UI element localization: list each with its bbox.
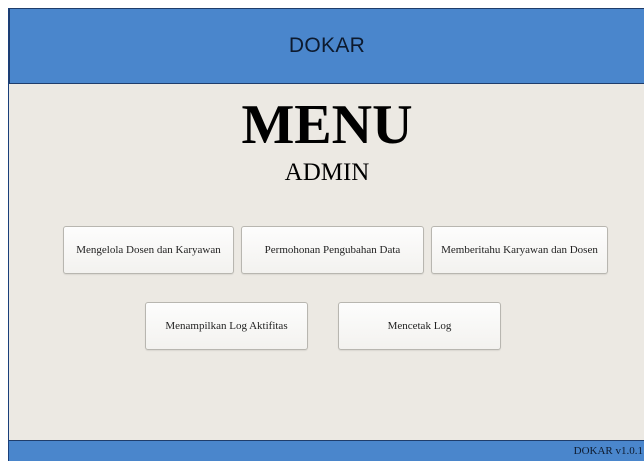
menu-heading: MENU: [241, 94, 413, 156]
manage-lecturers-employees-button[interactable]: Mengelola Dosen dan Karyawan: [63, 226, 234, 274]
app-window: DOKAR MENU ADMIN Mengelola Dosen dan Kar…: [8, 8, 644, 461]
show-activity-log-button[interactable]: Menampilkan Log Aktifitas: [145, 302, 308, 350]
notify-employees-lecturers-button[interactable]: Memberitahu Karyawan dan Dosen: [431, 226, 608, 274]
print-log-button[interactable]: Mencetak Log: [338, 302, 501, 350]
version-label: DOKAR v1.0.1: [573, 445, 643, 457]
data-change-request-button[interactable]: Permohonan Pengubahan Data: [241, 226, 424, 274]
app-title: DOKAR: [288, 34, 366, 57]
header-bar: DOKAR: [9, 8, 644, 84]
footer-bar: DOKAR v1.0.1: [9, 440, 644, 461]
role-subheading: ADMIN: [284, 159, 370, 186]
